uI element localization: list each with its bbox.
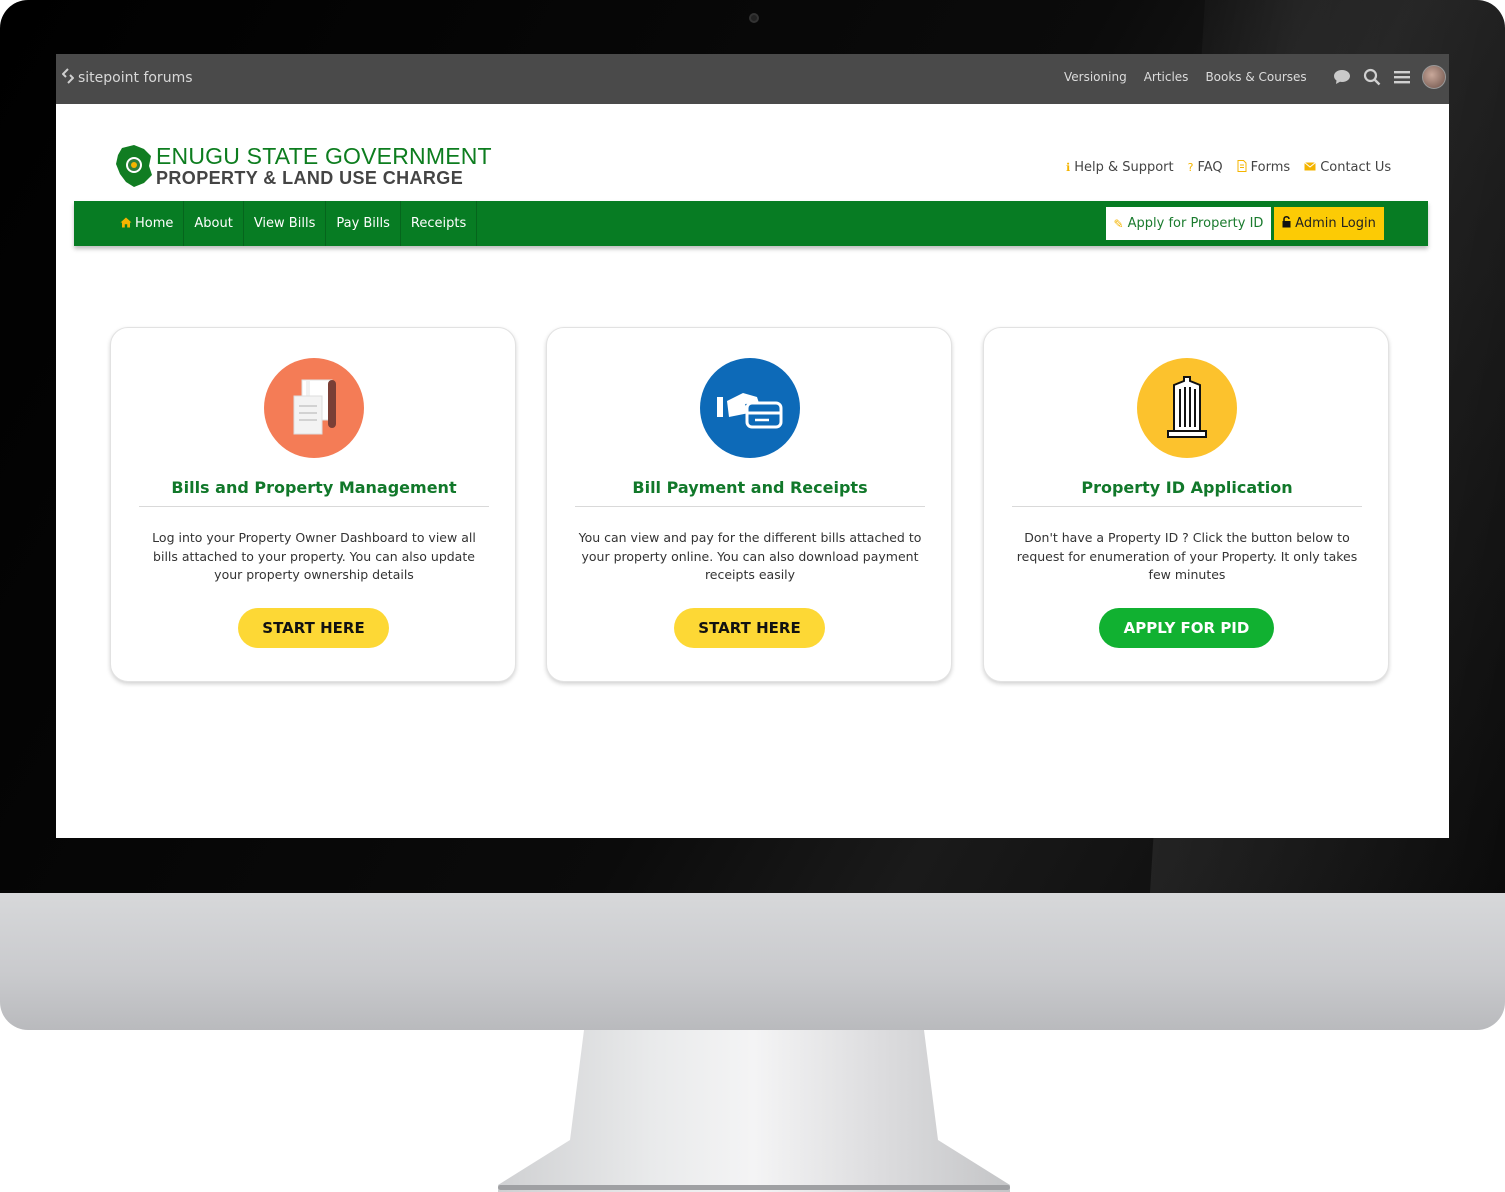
admin-login-label: Admin Login <box>1295 216 1376 231</box>
browser-screen: sitepoint forums Versioning Articles Boo… <box>56 54 1449 838</box>
forum-brand-label: sitepoint forums <box>78 70 193 86</box>
nav-label-home: Home <box>135 216 174 231</box>
forum-link-books-courses[interactable]: Books & Courses <box>1205 70 1306 84</box>
card-title: Bill Payment and Receipts <box>632 478 868 497</box>
info-icon: ℹ <box>1066 161 1071 174</box>
forum-link-versioning[interactable]: Versioning <box>1064 70 1127 84</box>
card-title: Property ID Application <box>1081 478 1293 497</box>
envelope-icon <box>1304 161 1317 174</box>
card-divider <box>139 506 489 507</box>
search-icon[interactable] <box>1362 67 1382 87</box>
logo-text: ENUGU STATE GOVERNMENT PROPERTY & LAND U… <box>156 143 492 188</box>
help-support-link[interactable]: ℹ Help & Support <box>1066 160 1174 175</box>
card-bills-management: Bills and Property Management Log into y… <box>110 327 516 682</box>
sitepoint-logo-icon <box>61 68 75 88</box>
webcam-icon <box>749 13 759 23</box>
monitor-stand-base <box>498 1185 1010 1190</box>
apply-property-id-button[interactable]: ✎ Apply for Property ID <box>1106 207 1271 240</box>
nav-item-view-bills[interactable]: View Bills <box>244 201 327 246</box>
logo-subtitle: PROPERTY & LAND USE CHARGE <box>156 168 464 188</box>
apply-property-id-label: Apply for Property ID <box>1127 216 1264 231</box>
main-navbar: Home About View Bills Pay Bills Receipts… <box>74 201 1428 246</box>
card-description: Don't have a Property ID ? Click the but… <box>1016 530 1358 582</box>
card-divider <box>575 506 925 507</box>
chat-bubble-icon[interactable] <box>1332 67 1352 87</box>
logo-title: ENUGU STATE GOVERNMENT <box>156 143 492 169</box>
nav-item-home[interactable]: Home <box>110 201 185 246</box>
contact-us-label: Contact Us <box>1320 160 1392 175</box>
forum-link-articles[interactable]: Articles <box>1144 70 1189 84</box>
faq-link[interactable]: ? FAQ <box>1188 160 1223 175</box>
card-bill-payment: Bill Payment and Receipts You can view a… <box>546 327 952 682</box>
nav-item-about[interactable]: About <box>184 201 244 246</box>
start-here-button[interactable]: START HERE <box>238 608 389 648</box>
forum-header-bar: sitepoint forums Versioning Articles Boo… <box>56 54 1449 104</box>
building-icon <box>1137 358 1237 458</box>
card-title: Bills and Property Management <box>171 478 457 497</box>
start-here-button[interactable]: START HERE <box>674 608 825 648</box>
card-divider <box>1012 506 1362 507</box>
forms-label: Forms <box>1250 160 1291 175</box>
help-support-label: Help & Support <box>1074 160 1174 175</box>
monitor-chin <box>0 893 1505 1030</box>
nav-items: Home About View Bills Pay Bills Receipts <box>110 201 478 246</box>
card-payment-icon <box>700 358 800 458</box>
card-description: You can view and pay for the different b… <box>578 530 922 582</box>
card-description: Log into your Property Owner Dashboard t… <box>152 530 476 582</box>
documents-icon <box>264 358 364 458</box>
document-icon <box>1237 160 1247 175</box>
unlock-icon <box>1282 215 1291 232</box>
site-logo[interactable]: ENUGU STATE GOVERNMENT PROPERTY & LAND U… <box>114 144 492 188</box>
enugu-map-icon <box>114 144 154 188</box>
forum-links: Versioning Articles Books & Courses <box>1064 70 1307 84</box>
nav-item-receipts[interactable]: Receipts <box>401 201 478 246</box>
nav-item-pay-bills[interactable]: Pay Bills <box>326 201 401 246</box>
forum-icons <box>1332 65 1446 89</box>
user-avatar[interactable] <box>1422 65 1446 89</box>
utility-links: ℹ Help & Support ? FAQ Forms Contact Us <box>1066 160 1391 175</box>
home-icon <box>120 217 132 231</box>
apply-for-pid-button[interactable]: APPLY FOR PID <box>1099 608 1274 648</box>
question-icon: ? <box>1187 161 1194 174</box>
card-property-id-application: Property ID Application Don't have a Pro… <box>983 327 1389 682</box>
pencil-icon: ✎ <box>1113 216 1124 231</box>
faq-label: FAQ <box>1197 160 1223 175</box>
forms-link[interactable]: Forms <box>1237 160 1291 175</box>
hamburger-menu-icon[interactable] <box>1392 67 1412 87</box>
forum-brand[interactable]: sitepoint forums <box>61 68 193 88</box>
admin-login-button[interactable]: Admin Login <box>1274 207 1384 240</box>
monitor-stand <box>498 1030 1010 1192</box>
contact-us-link[interactable]: Contact Us <box>1304 160 1391 175</box>
